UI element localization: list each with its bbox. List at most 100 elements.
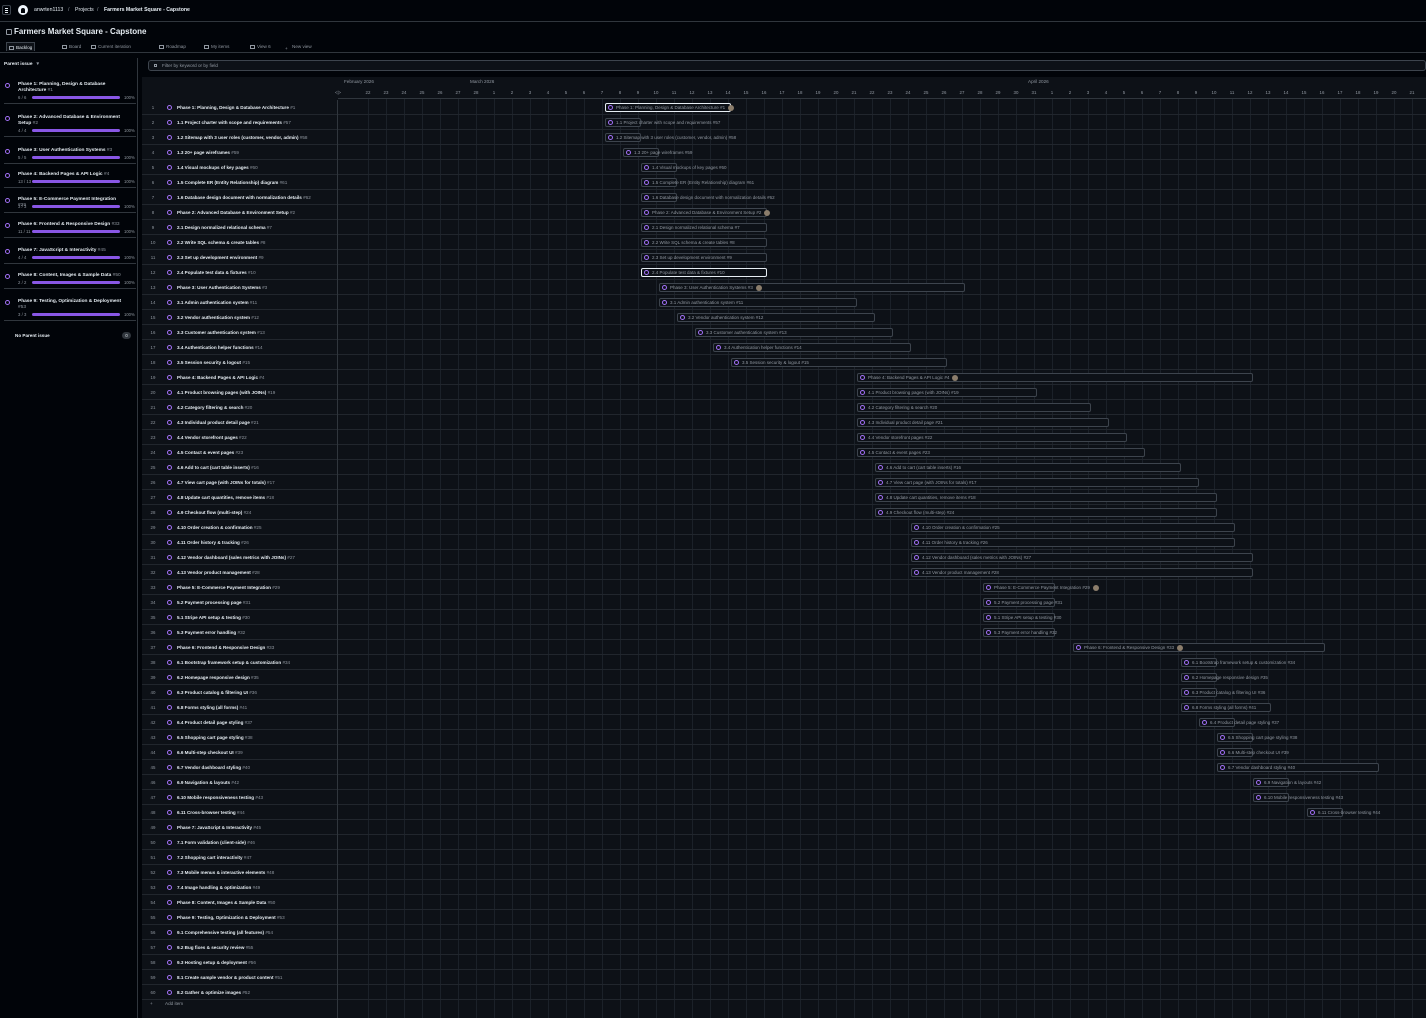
timeline-bar[interactable]: 5.1 Stripe API setup & testing #30 (983, 613, 1061, 622)
timeline-bar[interactable]: 6.4 Product detail page styling #37 (1199, 718, 1279, 727)
timeline-bar[interactable]: 6.6 Multi-step checkout UI #39 (1217, 748, 1289, 757)
breadcrumb-separator: / (97, 7, 99, 13)
tab-view[interactable]: View 6 (248, 42, 273, 51)
timeline-bar[interactable]: 6.8 Forms styling (all forms) #41 (1181, 703, 1271, 712)
day-label: 13 (1265, 90, 1271, 95)
breadcrumb-owner[interactable]: anwrten1113 (34, 7, 63, 13)
bar-label: 6.9 Navigation & layouts #42 (1264, 780, 1322, 785)
timeline-bar[interactable]: 1.4 Visual mockups of key pages #60 (641, 163, 727, 172)
day-label: 10 (1211, 90, 1217, 95)
day-label: 3 (528, 90, 532, 95)
filter-placeholder: Filter by keyword or by field (162, 63, 218, 68)
filter-input[interactable]: Filter by keyword or by field (148, 60, 1426, 71)
issue-closed-icon (1310, 810, 1315, 815)
timeline-bar[interactable]: 2.4 Populate test data & fixtures #10 (641, 268, 767, 277)
timeline-bar[interactable]: 1.6 Database design document with normal… (641, 193, 775, 202)
view-icon (91, 44, 96, 49)
breadcrumb-project[interactable]: Farmers Market Square - Capstone (104, 7, 190, 13)
issue-closed-icon (1184, 675, 1189, 680)
breadcrumb-projects[interactable]: Projects (75, 7, 94, 13)
day-label: 27 (455, 90, 461, 95)
issue-closed-icon (860, 450, 865, 455)
timeline-bar[interactable]: 6.9 Navigation & layouts #42 (1253, 778, 1321, 787)
timeline-bar[interactable]: 4.11 Order history & tracking #26 (911, 538, 1235, 547)
timeline-bar[interactable]: 5.3 Payment error handling #32 (983, 628, 1057, 637)
timeline-bar[interactable]: 6.3 Product catalog & filtering UI #36 (1181, 688, 1265, 697)
day-label: 19 (1373, 90, 1379, 95)
timeline-bar[interactable]: 1.2 Sitemap with 3 user roles (customer,… (605, 133, 736, 142)
timeline-bar[interactable]: 4.3 Individual product detail page #21 (857, 418, 1109, 427)
progress-bar (32, 180, 120, 183)
month-label: March 2026 (470, 79, 495, 84)
timeline-bar[interactable]: 6.11 Cross-browser testing #44 (1307, 808, 1380, 817)
tab-view[interactable]: Roadmap (157, 42, 188, 51)
timeline-bar[interactable]: 2.3 Set up development environment #9 (641, 253, 767, 262)
issue-closed-icon (878, 510, 883, 515)
divider (4, 103, 136, 104)
timeline-bar[interactable]: 4.13 Vendor product management #28 (911, 568, 1253, 577)
timeline-bar[interactable]: 4.10 Order creation & confirmation #25 (911, 523, 1235, 532)
add-item-button[interactable]: + Add item (142, 996, 338, 1011)
issue-closed-icon (1220, 735, 1225, 740)
issue-closed-icon (5, 149, 10, 154)
hamburger-menu-icon[interactable] (2, 5, 11, 15)
bar-label: Phase 1: Planning, Design & Database Arc… (616, 104, 735, 111)
day-label: 11 (671, 90, 677, 95)
bar-label: 6.3 Product catalog & filtering UI #36 (1192, 690, 1266, 695)
github-logo-icon[interactable] (18, 5, 28, 15)
collapse-marker[interactable]: <|> (335, 90, 341, 95)
bar-label: 1.6 Database design document with normal… (652, 195, 775, 200)
timeline-bar[interactable]: 4.8 Update cart quantities, remove items… (875, 493, 1217, 502)
timeline-bar[interactable]: Phase 3: User Authentication Systems #3 (659, 283, 965, 292)
timeline-bar[interactable]: 3.5 Session security & logout #15 (731, 358, 947, 367)
timeline-bar[interactable]: Phase 6: Frontend & Responsive Design #3… (1073, 643, 1325, 652)
timeline-bar[interactable]: 1.3 20+ page wireframes #59 (623, 148, 692, 157)
timeline-bar[interactable]: Phase 5: E-Commerce Payment Integration … (983, 583, 1099, 592)
timeline-bar[interactable]: 3.3 Customer authentication system #13 (695, 328, 893, 337)
divider (4, 163, 136, 164)
issue-closed-icon (644, 240, 649, 245)
timeline-bar[interactable]: 2.1 Design normalized relational schema … (641, 223, 767, 232)
timeline-bar[interactable]: Phase 4: Backend Pages & API Logic #4 (857, 373, 1253, 382)
bar-label: 1.4 Visual mockups of key pages #60 (652, 165, 727, 170)
timeline-bar[interactable]: 4.5 Contact & event pages #23 (857, 448, 1145, 457)
timeline-bar[interactable]: 3.4 Authentication helper functions #14 (713, 343, 911, 352)
timeline-bar[interactable]: 3.2 Vendor authentication system #12 (677, 313, 875, 322)
tab-view[interactable]: Current iteration (89, 42, 133, 51)
timeline-bar[interactable]: 4.12 Vendor dashboard (sales metrics wit… (911, 553, 1253, 562)
timeline-bar[interactable]: 1.5 Complete ER (Entity Relationship) di… (641, 178, 754, 187)
timeline-bar[interactable]: 4.7 View cart page (with JOINs for total… (875, 478, 1199, 487)
timeline-bar[interactable]: 4.4 Vendor storefront pages #22 (857, 433, 1127, 442)
timeline-bar[interactable]: 6.5 Shopping cart page styling #38 (1217, 733, 1297, 742)
tab-view[interactable]: Board (60, 42, 83, 51)
day-label: 13 (707, 90, 713, 95)
no-parent-group[interactable]: No Parent issue (15, 333, 50, 338)
tab-view[interactable]: + New view (283, 42, 314, 51)
issue-closed-icon (644, 225, 649, 230)
timeline-bar[interactable]: 6.7 Vendor dashboard styling #40 (1217, 763, 1379, 772)
timeline-bar[interactable]: 6.10 Mobile responsiveness testing #43 (1253, 793, 1343, 802)
timeline-bar[interactable]: 4.6 Add to cart (cart table inserts) #16 (875, 463, 1181, 472)
issue-closed-icon (860, 390, 865, 395)
timeline-bar[interactable]: 6.1 Bootstrap framework setup & customiz… (1181, 658, 1295, 667)
day-label: 8 (1176, 90, 1180, 95)
issue-closed-icon (5, 249, 10, 254)
divider (4, 237, 136, 238)
issue-closed-icon (878, 465, 883, 470)
tab-view[interactable]: My items (202, 42, 231, 51)
timeline-bar[interactable]: 5.2 Payment processing page #31 (983, 598, 1062, 607)
timeline-bar[interactable]: 3.1 Admin authentication system #11 (659, 298, 857, 307)
timeline-bar[interactable]: Phase 2: Advanced Database & Environment… (641, 208, 771, 217)
progress-bar (32, 129, 120, 132)
issue-closed-icon (662, 300, 667, 305)
timeline-bar[interactable]: Phase 1: Planning, Design & Database Arc… (605, 103, 735, 112)
group-by-header[interactable]: Parent issue ▾ (4, 62, 39, 67)
timeline-bar[interactable]: 2.2 Write SQL schema & create tables #8 (641, 238, 767, 247)
timeline-bar[interactable]: 4.2 Category filtering & search #20 (857, 403, 1091, 412)
timeline-bar[interactable]: 1.1 Project charter with scope and requi… (605, 118, 720, 127)
timeline-bar[interactable]: 4.9 Checkout flow (multi-step) #24 (875, 508, 1217, 517)
timeline-bar[interactable]: 4.1 Product browsing pages (with JOINs) … (857, 388, 1037, 397)
timeline-bar[interactable]: 6.2 Homepage responsive design #35 (1181, 673, 1268, 682)
tab-view[interactable]: Backlog (6, 42, 36, 51)
group-title: Phase 8: Content, Images & Sample Data #… (18, 273, 121, 278)
